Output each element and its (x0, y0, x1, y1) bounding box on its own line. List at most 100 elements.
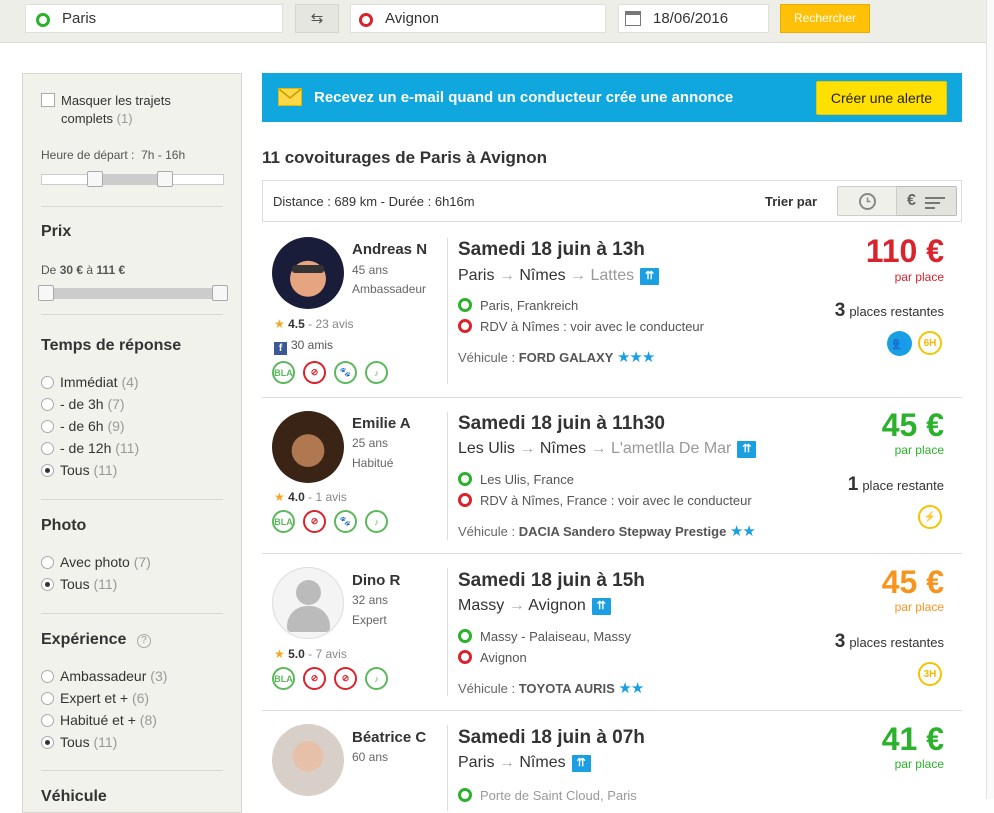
radio-button[interactable] (41, 376, 54, 389)
experience-option-all[interactable]: Tous (11) (41, 734, 117, 752)
max-two-back-icon: 👥 (887, 331, 912, 356)
price-slider-max-handle[interactable] (212, 285, 228, 301)
radio-button[interactable] (41, 420, 54, 433)
vehicle-label: Véhicule : (458, 681, 516, 696)
radio-button[interactable] (41, 692, 54, 705)
route-origin: Massy (458, 597, 505, 614)
departure-slider[interactable] (41, 171, 224, 187)
seats-count: 3 (834, 631, 846, 652)
vehicle: Véhicule : DACIA Sandero Stepway Prestig… (458, 522, 756, 540)
to-field[interactable]: Avignon (350, 4, 606, 33)
radio-button[interactable] (41, 398, 54, 411)
hide-full-count: (1) (116, 111, 133, 126)
from-field[interactable]: Paris (25, 4, 283, 33)
date-field[interactable]: 18/06/2016 (618, 4, 769, 33)
ride-price: 41 € (881, 721, 944, 757)
help-icon[interactable]: ? (136, 634, 151, 648)
divider (41, 206, 223, 207)
ride-date: Samedi 18 juin à 07h (458, 727, 645, 748)
vehicle-model: TOYOTA AURIS (518, 681, 615, 696)
radio-button[interactable] (41, 556, 54, 569)
radio-button-selected[interactable] (41, 736, 54, 749)
driver-name[interactable]: Emilie A (352, 415, 411, 432)
route-destination: Nîmes (519, 754, 566, 771)
price-to-label: à (86, 263, 94, 277)
option-label: Ambassadeur (60, 668, 147, 684)
response-option-12h[interactable]: - de 12h (11) (41, 440, 139, 458)
seats-label: places restantes (849, 635, 944, 650)
arrow-icon: → (498, 267, 515, 284)
driver-name[interactable]: Andreas N (352, 241, 427, 258)
blabla-chat-icon: BLA (272, 510, 295, 533)
photo-option-with[interactable]: Avec photo (7) (41, 554, 151, 572)
route-destination: Nîmes (519, 267, 566, 284)
driver-avatar-placeholder[interactable] (272, 567, 344, 639)
sort-by-price-button[interactable]: € (897, 186, 957, 216)
driver-age: 32 ans (352, 593, 389, 607)
divider (447, 412, 448, 540)
departure-slider-max-handle[interactable] (157, 171, 173, 187)
radio-button-selected[interactable] (41, 578, 54, 591)
response-option-all[interactable]: Tous (11) (41, 462, 117, 480)
divider (41, 770, 223, 771)
driver-avatar[interactable] (272, 411, 344, 483)
driver-age: 25 ans (352, 436, 389, 450)
driver-name[interactable]: Béatrice C (352, 729, 426, 746)
radio-button[interactable] (41, 714, 54, 727)
option-label: Habitué et + (60, 712, 136, 728)
price-min: 30 € (59, 263, 84, 277)
price-slider-min-handle[interactable] (38, 285, 54, 301)
ride-card[interactable]: Andreas N 45 ans Ambassadeur ★ 4.5 - 23 … (262, 225, 962, 398)
divider (447, 725, 448, 811)
experience-option-regular[interactable]: Habitué et + (8) (41, 712, 157, 730)
radio-button[interactable] (41, 442, 54, 455)
route-destination: Nîmes (539, 440, 587, 457)
search-button[interactable]: Rechercher (780, 4, 870, 33)
pickup-text: Les Ulis, France (480, 472, 574, 487)
rating-value: 4.0 (288, 490, 305, 504)
seats-count: 3 (834, 300, 846, 321)
response-option-6h[interactable]: - de 6h (9) (41, 418, 125, 436)
ride-card[interactable]: Béatrice C 60 ans Samedi 18 juin à 07h P… (262, 711, 962, 811)
pickup-text: Paris, Frankreich (480, 298, 579, 313)
departure-slider-min-handle[interactable] (87, 171, 103, 187)
ride-card[interactable]: Emilie A 25 ans Habitué ★ 4.0 - 1 avis B… (262, 398, 962, 554)
option-count: (6) (131, 690, 150, 706)
driver-rating[interactable]: ★ 4.5 - 23 avis (274, 317, 354, 331)
driver-rating[interactable]: ★ 5.0 - 7 avis (274, 647, 347, 661)
hide-full-label: Masquer les trajets complets (1) (61, 92, 211, 128)
photo-option-all[interactable]: Tous (11) (41, 576, 117, 594)
driver-rating[interactable]: ★ 4.0 - 1 avis (274, 490, 347, 504)
radio-button-selected[interactable] (41, 464, 54, 477)
experience-option-ambassador[interactable]: Ambassadeur (3) (41, 668, 167, 686)
ride-route: Les Ulis → Nîmes → L'ametlla De Mar ⇈ (458, 440, 757, 458)
comfort-stars-icon: ★★★ (616, 349, 655, 366)
divider (447, 568, 448, 696)
swap-icon[interactable]: ⇆ (295, 4, 339, 33)
driver-name[interactable]: Dino R (352, 572, 400, 589)
dropoff-point: RDV à Nîmes : voir avec le conducteur (458, 317, 704, 334)
seats-label: places restantes (849, 304, 944, 319)
ride-price: 45 € (881, 407, 944, 443)
radio-button[interactable] (41, 670, 54, 683)
create-alert-button[interactable]: Créer une alerte (816, 81, 947, 115)
sort-by-time-button[interactable] (837, 186, 897, 216)
option-count: (11) (93, 734, 118, 750)
ride-date: Samedi 18 juin à 13h (458, 239, 645, 260)
hide-full-checkbox[interactable] (41, 93, 55, 107)
route-final: Lattes (590, 267, 635, 284)
arrow-icon: → (508, 597, 525, 614)
experience-option-expert[interactable]: Expert et + (6) (41, 690, 149, 708)
price-slider[interactable] (38, 285, 228, 301)
driver-avatar[interactable] (272, 724, 344, 796)
response-option-immediate[interactable]: Immédiat (4) (41, 374, 139, 392)
response-option-3h[interactable]: - de 3h (7) (41, 396, 125, 414)
ride-card[interactable]: Dino R 32 ans Expert ★ 5.0 - 7 avis BLA … (262, 554, 962, 711)
driver-avatar[interactable] (272, 237, 344, 309)
seats-label: place restante (862, 478, 944, 493)
scrollbar[interactable] (986, 0, 994, 799)
highway-icon: ⇈ (737, 441, 757, 458)
ride-price: 110 € (865, 233, 944, 269)
ride-price: 45 € (881, 564, 944, 600)
driver-level: Ambassadeur (352, 282, 427, 296)
